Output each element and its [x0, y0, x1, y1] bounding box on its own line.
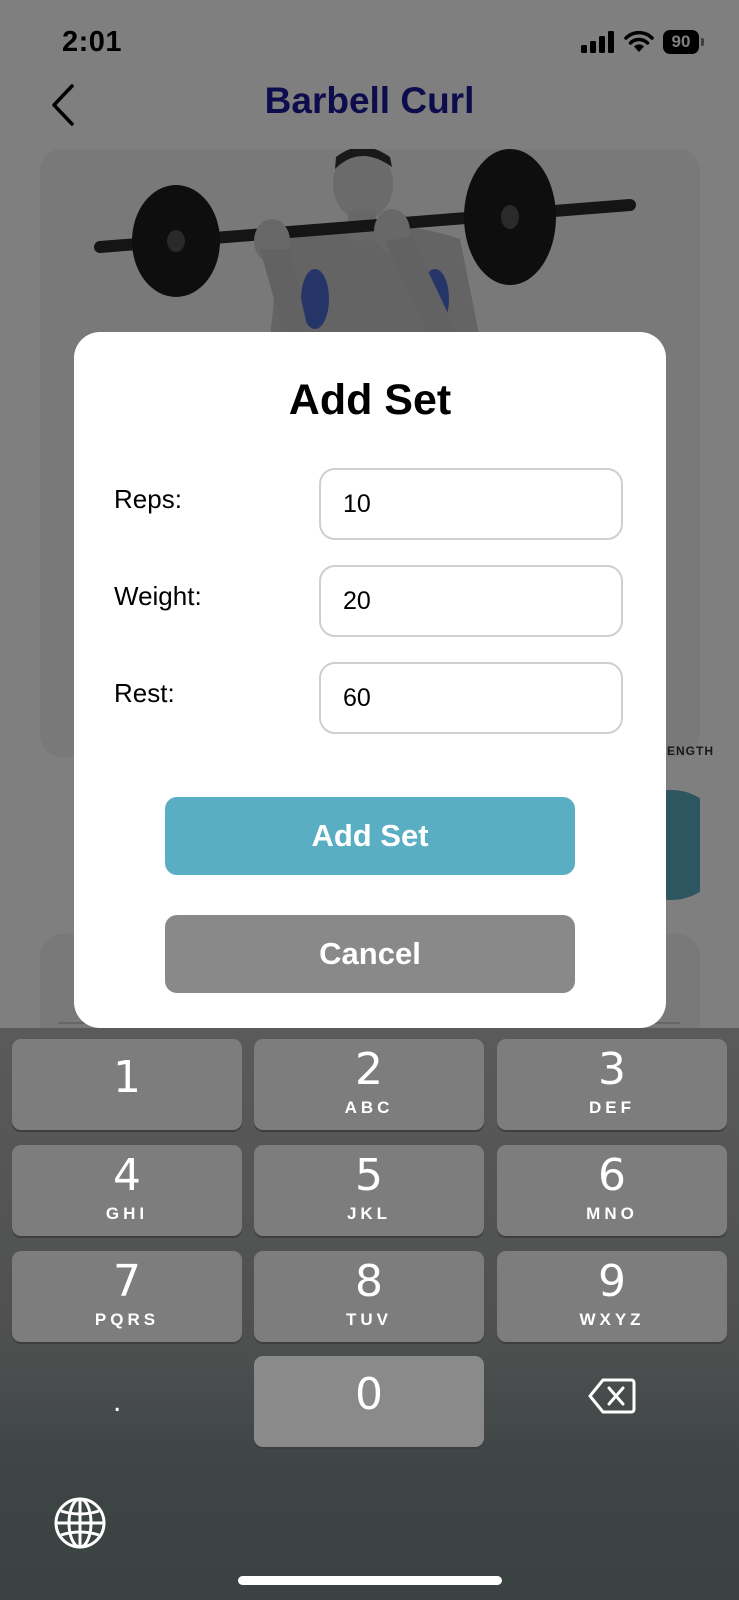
key-2[interactable]: 2 ABC [254, 1039, 484, 1130]
rest-label: Rest: [114, 678, 175, 708]
weight-label: Weight: [114, 581, 202, 611]
delete-key[interactable] [587, 1376, 647, 1422]
key-1[interactable]: 1 [12, 1039, 242, 1130]
add-set-dialog: Add Set Reps: Weight: Rest: Add Set Canc… [74, 332, 666, 1028]
backspace-icon [588, 1378, 636, 1414]
key-0[interactable]: 0 [254, 1356, 484, 1447]
key-4[interactable]: 4 GHI [12, 1145, 242, 1236]
add-set-button[interactable]: Add Set [165, 797, 575, 875]
globe-key[interactable] [52, 1495, 108, 1551]
key-7[interactable]: 7 PQRS [12, 1251, 242, 1342]
key-3[interactable]: 3 DEF [497, 1039, 727, 1130]
home-indicator [238, 1576, 502, 1585]
reps-input[interactable] [319, 468, 623, 540]
key-5[interactable]: 5 JKL [254, 1145, 484, 1236]
weight-input[interactable] [319, 565, 623, 637]
dialog-title: Add Set [288, 376, 452, 424]
key-8[interactable]: 8 TUV [254, 1251, 484, 1342]
key-9[interactable]: 9 WXYZ [497, 1251, 727, 1342]
cancel-button[interactable]: Cancel [165, 915, 575, 993]
reps-label: Reps: [114, 484, 182, 514]
rest-input[interactable] [319, 662, 623, 734]
key-6[interactable]: 6 MNO [497, 1145, 727, 1236]
decimal-key[interactable]: . [113, 1385, 121, 1419]
globe-icon [54, 1497, 106, 1549]
